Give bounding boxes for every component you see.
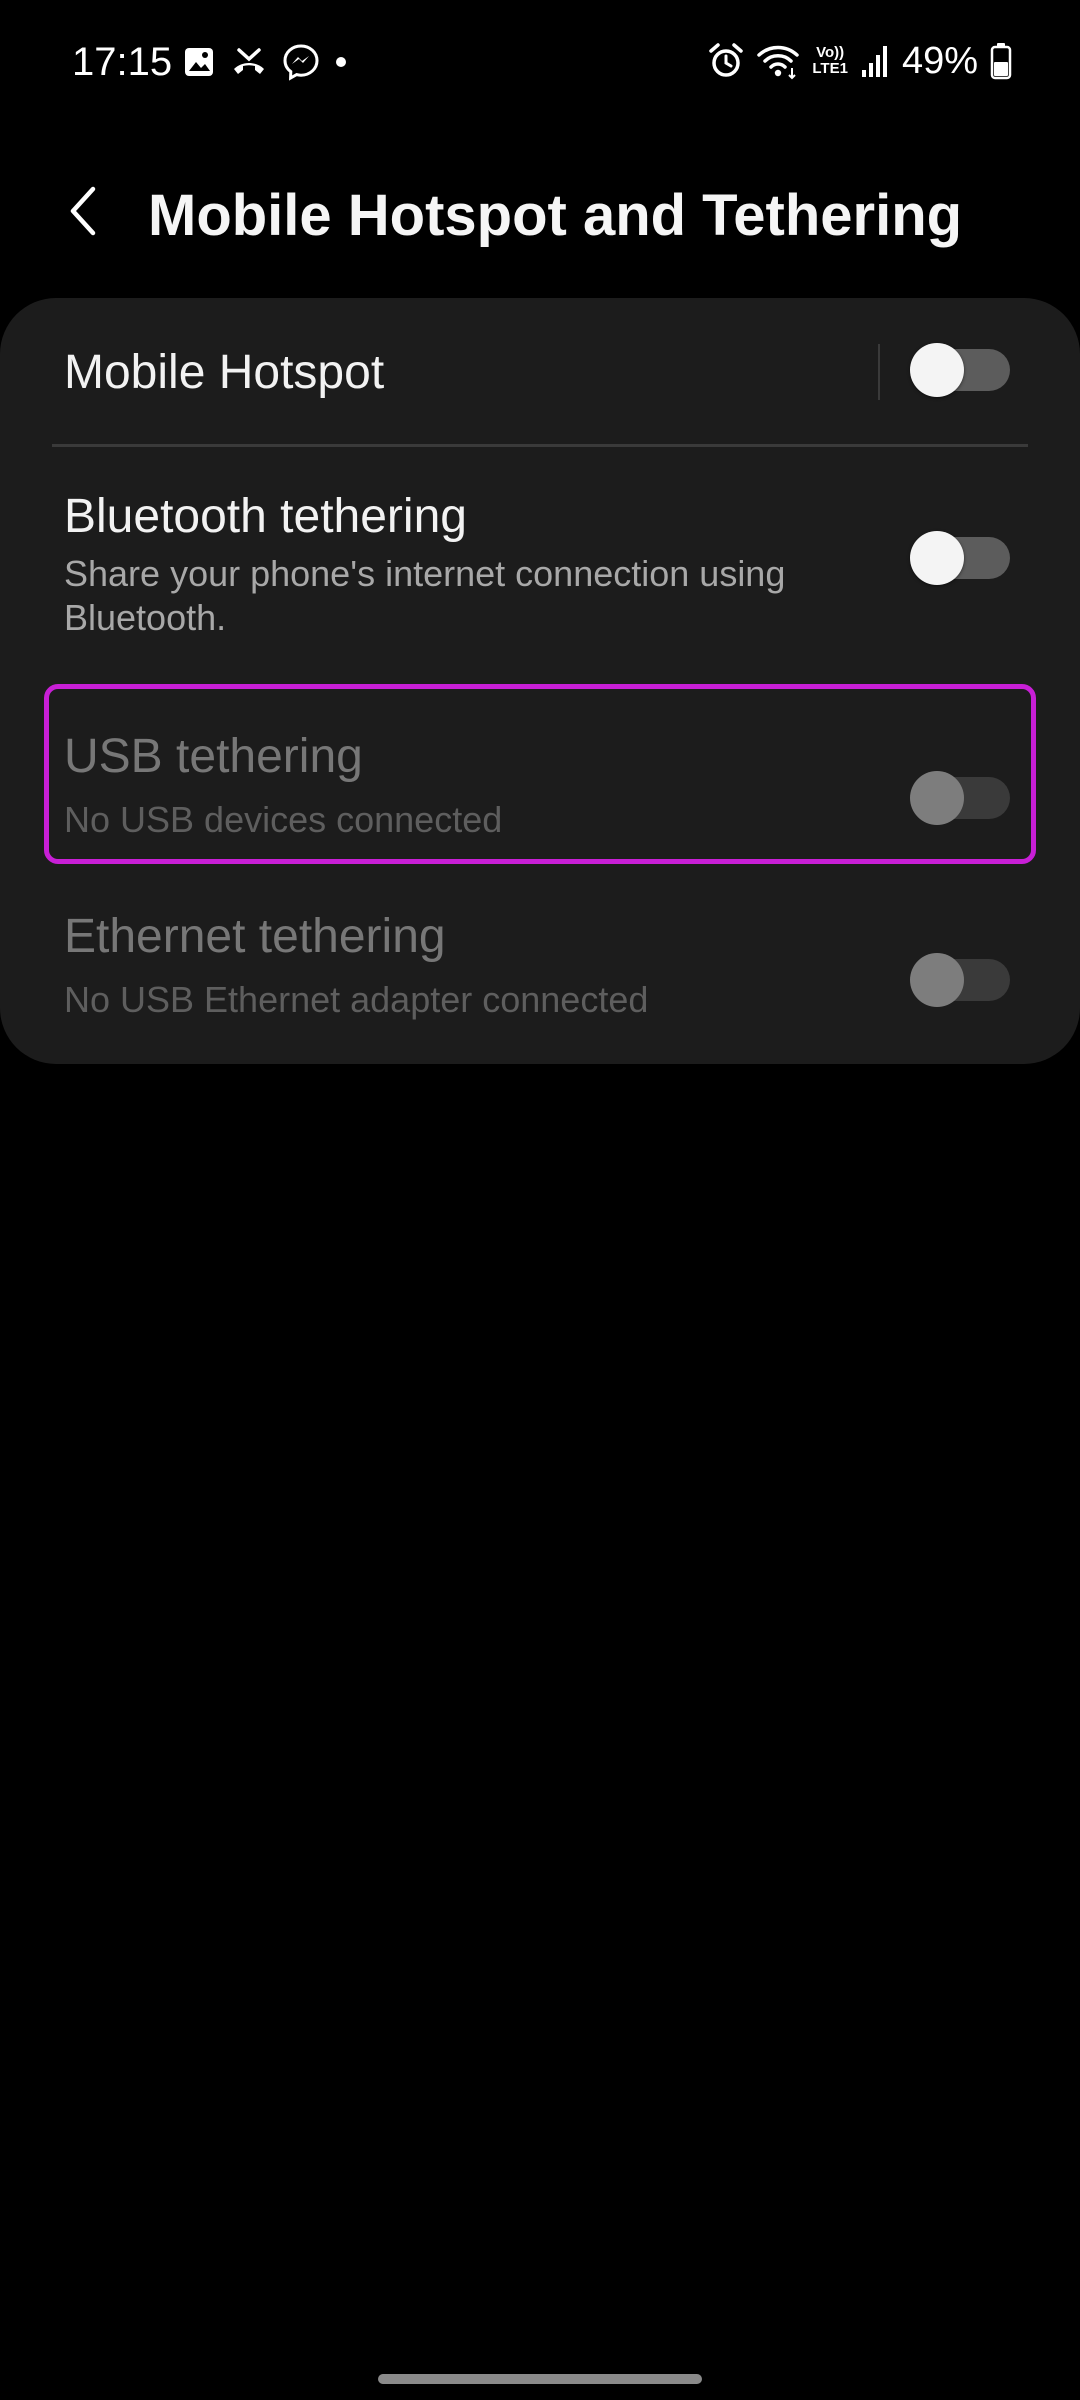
bluetooth-tethering-toggle[interactable] <box>910 531 1010 585</box>
notification-icons <box>182 40 348 84</box>
mobile-hotspot-title: Mobile Hotspot <box>64 346 385 399</box>
mobile-hotspot-row[interactable]: Mobile Hotspot <box>0 298 1080 446</box>
ethernet-tethering-row[interactable]: Ethernet tethering No USB Ethernet adapt… <box>0 884 1080 1054</box>
ethernet-tethering-toggle[interactable] <box>910 953 1010 1007</box>
notification-dot-icon <box>334 55 348 69</box>
gesture-handle[interactable] <box>378 2374 702 2384</box>
volte-lte-icon: Vo)) LTE1 <box>812 44 848 77</box>
bluetooth-tethering-subtitle: Share your phone's internet connection u… <box>64 553 786 638</box>
chevron-left-icon <box>63 183 103 244</box>
gallery-icon <box>182 45 216 79</box>
toggle-knob <box>910 953 964 1007</box>
bluetooth-tethering-row[interactable]: Bluetooth tethering Share your phone's i… <box>0 448 1080 670</box>
ethernet-tethering-subtitle: No USB Ethernet adapter connected <box>64 979 649 1020</box>
page-title: Mobile Hotspot and Tethering <box>148 183 963 248</box>
toggle-knob <box>910 531 964 585</box>
alarm-icon <box>708 42 744 80</box>
usb-tethering-row[interactable]: USB tethering No USB devices connected <box>0 684 1080 870</box>
usb-tethering-title: USB tethering <box>64 730 363 783</box>
system-icons: Vo)) LTE1 49% <box>708 36 1012 86</box>
bluetooth-tethering-title: Bluetooth tethering <box>64 490 467 543</box>
messenger-icon <box>282 43 320 81</box>
usb-tethering-toggle[interactable] <box>910 771 1010 825</box>
signal-icon <box>860 44 890 78</box>
back-button[interactable] <box>50 180 116 246</box>
app-header: Mobile Hotspot and Tethering <box>0 150 1080 280</box>
ethernet-tethering-title: Ethernet tethering <box>64 910 446 963</box>
mobile-hotspot-toggle[interactable] <box>910 343 1010 397</box>
missed-call-icon <box>230 45 268 79</box>
usb-tethering-subtitle: No USB devices connected <box>64 799 503 840</box>
divider <box>52 444 1028 447</box>
status-time: 17:15 <box>72 40 173 84</box>
settings-card: Mobile Hotspot Bluetooth tethering Share… <box>0 298 1080 1064</box>
battery-icon <box>990 42 1012 80</box>
wifi-icon <box>756 42 800 80</box>
battery-percent: 49% <box>901 40 978 82</box>
toggle-knob <box>910 771 964 825</box>
status-bar: 17:15 Vo)) LTE1 49% <box>0 0 1080 120</box>
divider <box>878 344 880 400</box>
toggle-knob <box>910 343 964 397</box>
